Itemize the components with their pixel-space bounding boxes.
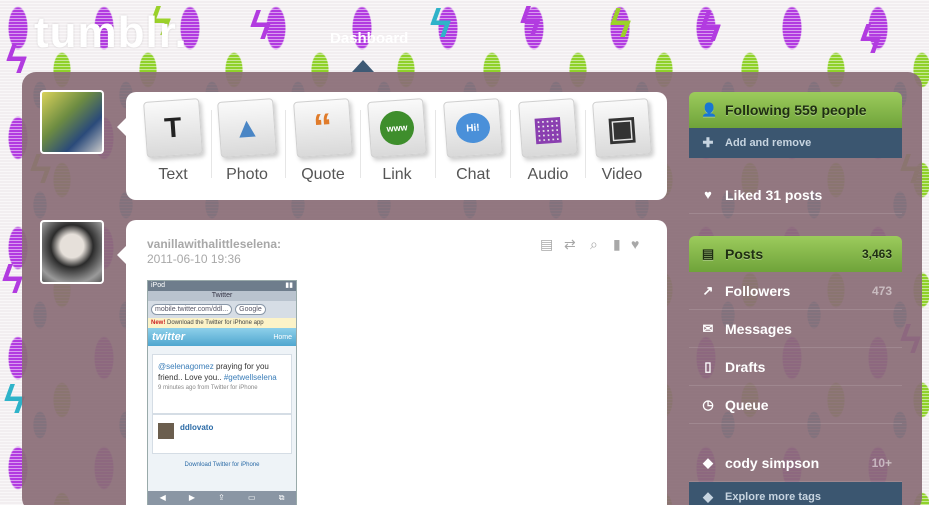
phone-download-link: Download Twitter for iPhone [184,462,260,468]
phone-url-bar: mobile.twitter.com/ddl... Google [148,301,296,318]
post-type-quote[interactable]: “ Quote [286,98,360,184]
phone-url: mobile.twitter.com/ddl... [151,304,233,315]
post-photo[interactable]: iPod ▮▮ Twitter mobile.twitter.com/ddl...… [147,280,297,505]
bookmark-icon[interactable]: ▮ [613,236,621,253]
twitter-logo: twitter [152,331,185,343]
video-icon: ▣ [592,98,652,158]
tag-icon: ◆ [703,489,713,504]
tracked-tag-cody-simpson[interactable]: ◆ cody simpson 10+ [689,444,902,482]
post-type-label: Text [158,166,188,183]
post-type-photo[interactable]: ▲ Photo [210,98,284,184]
phone-user-row: ddlovato [152,414,292,454]
post-type-label: Link [382,166,412,183]
audio-icon: ▦ [518,98,578,158]
phone-title: Twitter [148,291,296,301]
tag-count: 10+ [871,455,892,470]
sidebar-item-messages[interactable]: ✉ Messages [689,310,902,348]
phone-home: Home [273,333,292,341]
dashboard-post: vanillawithalittleselena: 2011-06-10 19:… [117,220,667,505]
heart-icon[interactable]: ♥ [631,236,639,252]
liked-posts-link[interactable]: ♥ Liked 31 posts [689,176,902,214]
post-type-label: Quote [301,166,345,183]
user-avatar[interactable] [40,90,104,154]
post-type-label: Video [601,166,643,183]
phone-twitter-bar: twitter Home [148,328,296,346]
sidebar-item-posts[interactable]: ▤ Posts 3,463 [689,236,902,272]
phone-banner: New! Download the Twitter for iPhone app [148,318,296,328]
post-type-link[interactable]: www Link [360,98,434,184]
sidebar-tags: ◆ cody simpson 10+ ◆ Explore more tags [689,444,902,505]
post-type-label: Photo [226,166,268,183]
sidebar-item-followers[interactable]: ↗ Followers 473 [689,272,902,310]
note-icon[interactable]: ▤ [540,236,553,253]
post-type-label: Chat [456,166,490,183]
phone-search: Google [235,304,266,315]
tumblr-logo[interactable]: tumblr. [34,8,188,58]
document-icon: ▤ [701,246,715,261]
posts-count: 3,463 [861,247,892,261]
photo-icon: ▲ [217,98,277,158]
phone-toolbar: ◀ ▶ ⇪ ▭ ⧉ [148,491,296,505]
add-remove-link[interactable]: ✚ Add and remove [689,128,902,158]
envelope-icon: ✉ [702,320,714,336]
post-type-video[interactable]: ▣ Video [585,98,659,184]
post-author-avatar[interactable] [40,220,104,284]
search-icon[interactable]: ⌕ [590,236,598,253]
post-type-label: Audio [527,166,569,183]
post-type-text[interactable]: T Text [136,98,210,184]
phone-tweet: @selenagomez praying for you friend.. Lo… [152,354,292,414]
sidebar-following[interactable]: 👤 Following 559 people ✚ Add and remove [689,92,902,158]
text-icon: T [143,98,203,158]
post-username[interactable]: vanillawithalittleselena: [147,237,281,251]
chat-icon: Hi! [443,98,503,158]
phone-user-avatar [158,423,174,439]
followers-count: 473 [871,283,892,298]
quote-icon: “ [293,98,353,158]
nav-dashboard[interactable]: Dashboard [330,30,408,47]
sidebar-item-drafts[interactable]: ▯ Drafts [689,348,902,386]
explore-tags-link[interactable]: ◆ Explore more tags [689,482,902,505]
nav-pointer [352,60,374,72]
post-type-audio[interactable]: ▦ Audio [511,98,585,184]
link-icon: www [367,98,427,158]
add-person-icon: ✚ [702,135,714,150]
post-type-selector: T Text ▲ Photo “ Quote www Link Hi! Chat… [117,92,667,200]
following-button[interactable]: 👤 Following 559 people [689,92,902,128]
reblog-icon[interactable]: ⇄ [564,236,576,253]
sidebar-blog-menu: ▤ Posts 3,463 ↗ Followers 473 ✉ Messages… [689,236,902,424]
phone-status-bar: iPod ▮▮ [148,281,296,291]
heart-icon: ♥ [704,187,712,202]
post-type-chat[interactable]: Hi! Chat [436,98,510,184]
person-icon: 👤 [701,102,718,117]
tag-icon: ◆ [703,454,713,470]
sidebar-liked[interactable]: ♥ Liked 31 posts [689,176,902,214]
clock-icon: ◷ [702,396,714,412]
page-icon: ▯ [704,358,712,374]
sidebar-item-queue[interactable]: ◷ Queue [689,386,902,424]
chart-icon: ↗ [702,282,714,298]
post-date[interactable]: 2011-06-10 19:36 [147,252,241,266]
